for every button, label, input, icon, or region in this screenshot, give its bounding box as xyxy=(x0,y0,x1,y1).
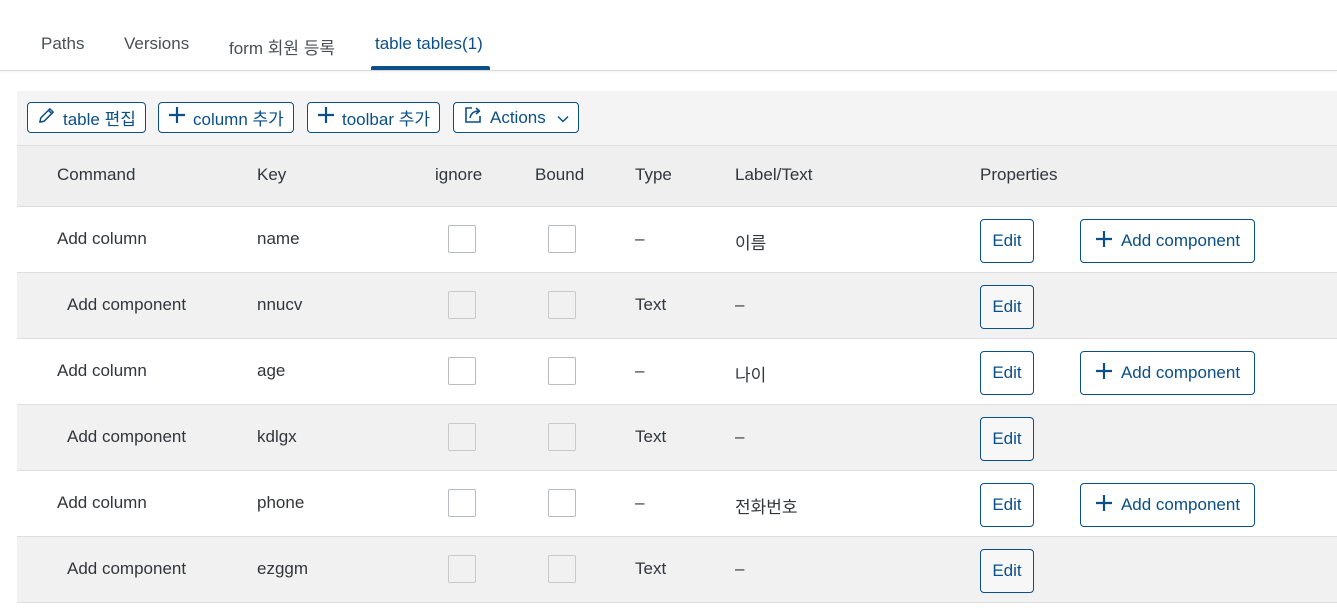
table-row: Add component kdlgx Text – Edit xyxy=(17,405,1337,471)
tab-form[interactable]: form 회원 등록 xyxy=(229,34,335,59)
command-cell: Add column xyxy=(57,229,147,248)
add-component-button[interactable]: Add component xyxy=(1080,483,1255,527)
table-row: Add column phone – 전화번호 Edit Add compone… xyxy=(17,471,1337,537)
type-cell: Text xyxy=(635,427,667,446)
key-cell: age xyxy=(257,361,286,380)
bound-checkbox[interactable] xyxy=(548,225,576,253)
ignore-checkbox[interactable] xyxy=(448,357,476,385)
command-cell: Add component xyxy=(67,295,187,314)
table-row: Add column age – 나이 Edit Add component xyxy=(17,339,1337,405)
command-cell: Add column xyxy=(57,493,147,512)
table-toolbar: table 편집 column 추가 toolbar 추가 Actions xyxy=(17,91,1337,145)
plus-icon xyxy=(1095,362,1113,385)
type-cell: Text xyxy=(635,295,667,314)
key-cell: phone xyxy=(257,493,305,512)
selected-tab-indicator xyxy=(371,66,490,70)
key-cell: ezggm xyxy=(257,559,309,578)
add-column-label: column 추가 xyxy=(193,110,284,129)
share-icon xyxy=(463,105,483,130)
label-cell: – xyxy=(735,559,745,578)
bound-checkbox[interactable] xyxy=(548,291,576,319)
key-cell: name xyxy=(257,229,300,248)
type-cell: – xyxy=(635,493,645,512)
edit-button[interactable]: Edit xyxy=(980,219,1034,263)
bound-checkbox[interactable] xyxy=(548,555,576,583)
bound-checkbox[interactable] xyxy=(548,357,576,385)
command-cell: Add component xyxy=(67,427,187,446)
components-table: Command Key ignore Bound Type Label/Text… xyxy=(17,145,1337,603)
header-bound: Bound xyxy=(535,165,585,184)
ignore-checkbox[interactable] xyxy=(448,555,476,583)
tab-bar: Paths Versions form 회원 등록 table tables(1… xyxy=(0,0,1337,71)
header-key: Key xyxy=(257,165,287,184)
table-row: Add column name – 이름 Edit Add component xyxy=(17,207,1337,273)
header-command: Command xyxy=(57,165,136,184)
header-label-text: Label/Text xyxy=(735,165,813,184)
command-cell: Add column xyxy=(57,361,147,380)
header-ignore: ignore xyxy=(435,165,483,184)
type-cell: – xyxy=(635,361,645,380)
table-header: Command Key ignore Bound Type Label/Text… xyxy=(17,145,1337,207)
label-cell: – xyxy=(735,295,745,314)
type-cell: Text xyxy=(635,559,667,578)
add-toolbar-button[interactable]: toolbar 추가 xyxy=(307,102,440,133)
ignore-checkbox[interactable] xyxy=(448,423,476,451)
ignore-checkbox[interactable] xyxy=(448,291,476,319)
key-cell: nnucv xyxy=(257,295,303,314)
ignore-checkbox[interactable] xyxy=(448,489,476,517)
pencil-icon xyxy=(37,106,56,130)
plus-icon xyxy=(168,106,186,129)
add-component-label: Add component xyxy=(1120,231,1241,250)
header-type: Type xyxy=(635,165,672,184)
edit-table-button[interactable]: table 편집 xyxy=(27,102,146,133)
add-component-button[interactable]: Add component xyxy=(1080,219,1255,263)
actions-label: Actions xyxy=(490,107,546,127)
label-cell: 이름 xyxy=(735,234,767,253)
tab-paths[interactable]: Paths xyxy=(41,34,84,54)
plus-icon xyxy=(1095,230,1113,253)
add-toolbar-label: toolbar 추가 xyxy=(342,110,430,129)
edit-button[interactable]: Edit xyxy=(980,483,1034,527)
header-properties: Properties xyxy=(980,165,1058,184)
tab-versions[interactable]: Versions xyxy=(124,34,189,54)
edit-button[interactable]: Edit xyxy=(980,285,1034,329)
add-component-label: Add component xyxy=(1120,363,1241,382)
edit-button[interactable]: Edit xyxy=(980,351,1034,395)
tab-table[interactable]: table tables(1) xyxy=(375,34,483,54)
add-column-button[interactable]: column 추가 xyxy=(158,102,294,133)
table-row: Add component nnucv Text – Edit xyxy=(17,273,1337,339)
plus-icon xyxy=(317,106,335,129)
label-cell: – xyxy=(735,427,745,446)
bound-checkbox[interactable] xyxy=(548,489,576,517)
type-cell: – xyxy=(635,229,645,248)
table-row: Add component ezggm Text – Edit xyxy=(17,537,1337,603)
plus-icon xyxy=(1095,494,1113,517)
bound-checkbox[interactable] xyxy=(548,423,576,451)
add-component-label: Add component xyxy=(1120,495,1241,514)
key-cell: kdlgx xyxy=(257,427,297,446)
edit-button[interactable]: Edit xyxy=(980,549,1034,593)
edit-table-label: table 편집 xyxy=(63,110,136,129)
actions-menu-button[interactable]: Actions xyxy=(453,102,579,133)
chevron-down-icon xyxy=(557,108,569,128)
label-cell: 나이 xyxy=(735,366,767,385)
edit-button[interactable]: Edit xyxy=(980,417,1034,461)
ignore-checkbox[interactable] xyxy=(448,225,476,253)
command-cell: Add component xyxy=(67,559,187,578)
add-component-button[interactable]: Add component xyxy=(1080,351,1255,395)
label-cell: 전화번호 xyxy=(735,498,798,517)
